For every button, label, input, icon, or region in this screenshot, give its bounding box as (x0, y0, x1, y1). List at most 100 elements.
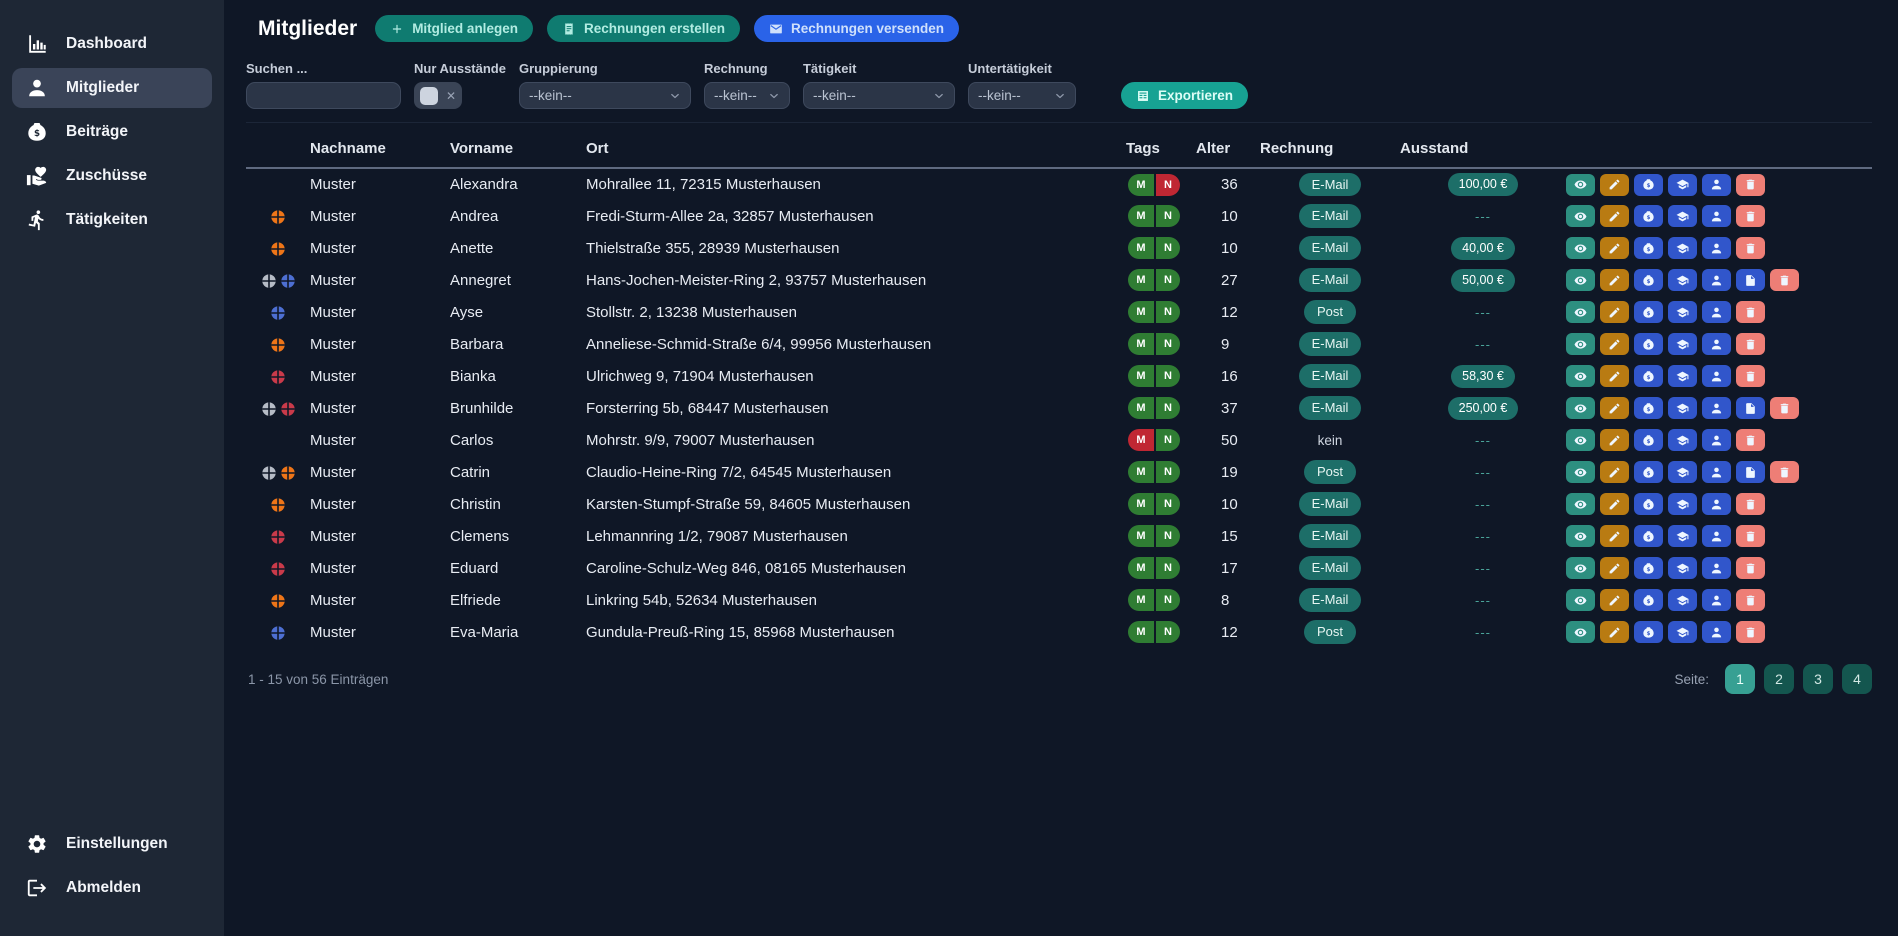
edit-button[interactable] (1600, 525, 1629, 547)
edit-button[interactable] (1600, 397, 1629, 419)
rechnung-select[interactable]: --kein-- (704, 82, 790, 109)
sidebar-item-dashboard[interactable]: Dashboard (12, 24, 212, 64)
courses-button[interactable] (1668, 397, 1697, 419)
edit-button[interactable] (1600, 269, 1629, 291)
edit-button[interactable] (1600, 237, 1629, 259)
only-outstanding-checkbox[interactable] (420, 87, 438, 105)
edit-button[interactable] (1600, 557, 1629, 579)
sidebar-item-taetigkeiten[interactable]: Tätigkeiten (12, 200, 212, 240)
profile-button[interactable] (1702, 365, 1731, 387)
view-button[interactable] (1566, 397, 1595, 419)
edit-button[interactable] (1600, 301, 1629, 323)
edit-button[interactable] (1600, 461, 1629, 483)
sidebar-item-abmelden[interactable]: Abmelden (12, 868, 212, 908)
profile-button[interactable] (1702, 461, 1731, 483)
edit-button[interactable] (1600, 429, 1629, 451)
courses-button[interactable] (1668, 589, 1697, 611)
contributions-button[interactable]: $ (1634, 301, 1663, 323)
view-button[interactable] (1566, 237, 1595, 259)
courses-button[interactable] (1668, 174, 1697, 196)
view-button[interactable] (1566, 174, 1595, 196)
clear-filter-icon[interactable]: ✕ (446, 90, 456, 102)
documents-button[interactable] (1736, 269, 1765, 291)
contributions-button[interactable]: $ (1634, 429, 1663, 451)
contributions-button[interactable]: $ (1634, 621, 1663, 643)
rechnungen-erstellen-button[interactable]: Rechnungen erstellen (547, 15, 740, 42)
delete-button[interactable] (1736, 301, 1765, 323)
delete-button[interactable] (1736, 237, 1765, 259)
profile-button[interactable] (1702, 237, 1731, 259)
profile-button[interactable] (1702, 301, 1731, 323)
rechnungen-versenden-button[interactable]: Rechnungen versenden (754, 15, 959, 42)
view-button[interactable] (1566, 269, 1595, 291)
courses-button[interactable] (1668, 493, 1697, 515)
contributions-button[interactable]: $ (1634, 205, 1663, 227)
profile-button[interactable] (1702, 397, 1731, 419)
profile-button[interactable] (1702, 205, 1731, 227)
page-button-2[interactable]: 2 (1764, 664, 1794, 694)
profile-button[interactable] (1702, 333, 1731, 355)
search-input[interactable] (246, 82, 401, 109)
delete-button[interactable] (1736, 557, 1765, 579)
delete-button[interactable] (1736, 174, 1765, 196)
delete-button[interactable] (1736, 525, 1765, 547)
courses-button[interactable] (1668, 365, 1697, 387)
profile-button[interactable] (1702, 525, 1731, 547)
edit-button[interactable] (1600, 589, 1629, 611)
edit-button[interactable] (1600, 621, 1629, 643)
untertaetigkeit-select[interactable]: --kein-- (968, 82, 1076, 109)
view-button[interactable] (1566, 429, 1595, 451)
contributions-button[interactable]: $ (1634, 557, 1663, 579)
profile-button[interactable] (1702, 621, 1731, 643)
sidebar-item-beitraege[interactable]: $Beiträge (12, 112, 212, 152)
profile-button[interactable] (1702, 429, 1731, 451)
view-button[interactable] (1566, 557, 1595, 579)
delete-button[interactable] (1736, 205, 1765, 227)
profile-button[interactable] (1702, 493, 1731, 515)
delete-button[interactable] (1770, 269, 1799, 291)
courses-button[interactable] (1668, 621, 1697, 643)
delete-button[interactable] (1770, 461, 1799, 483)
contributions-button[interactable]: $ (1634, 589, 1663, 611)
courses-button[interactable] (1668, 205, 1697, 227)
sidebar-item-mitglieder[interactable]: Mitglieder (12, 68, 212, 108)
contributions-button[interactable]: $ (1634, 365, 1663, 387)
edit-button[interactable] (1600, 174, 1629, 196)
view-button[interactable] (1566, 461, 1595, 483)
documents-button[interactable] (1736, 461, 1765, 483)
contributions-button[interactable]: $ (1634, 333, 1663, 355)
sidebar-item-zuschuesse[interactable]: Zuschüsse (12, 156, 212, 196)
view-button[interactable] (1566, 493, 1595, 515)
profile-button[interactable] (1702, 174, 1731, 196)
courses-button[interactable] (1668, 269, 1697, 291)
profile-button[interactable] (1702, 557, 1731, 579)
edit-button[interactable] (1600, 205, 1629, 227)
courses-button[interactable] (1668, 237, 1697, 259)
delete-button[interactable] (1736, 589, 1765, 611)
contributions-button[interactable]: $ (1634, 174, 1663, 196)
view-button[interactable] (1566, 621, 1595, 643)
profile-button[interactable] (1702, 269, 1731, 291)
view-button[interactable] (1566, 333, 1595, 355)
contributions-button[interactable]: $ (1634, 461, 1663, 483)
sidebar-item-einstellungen[interactable]: Einstellungen (12, 824, 212, 864)
delete-button[interactable] (1736, 429, 1765, 451)
courses-button[interactable] (1668, 333, 1697, 355)
contributions-button[interactable]: $ (1634, 525, 1663, 547)
courses-button[interactable] (1668, 525, 1697, 547)
contributions-button[interactable]: $ (1634, 397, 1663, 419)
edit-button[interactable] (1600, 365, 1629, 387)
delete-button[interactable] (1736, 333, 1765, 355)
page-button-1[interactable]: 1 (1725, 664, 1755, 694)
courses-button[interactable] (1668, 429, 1697, 451)
delete-button[interactable] (1736, 493, 1765, 515)
courses-button[interactable] (1668, 557, 1697, 579)
documents-button[interactable] (1736, 397, 1765, 419)
contributions-button[interactable]: $ (1634, 493, 1663, 515)
page-button-3[interactable]: 3 (1803, 664, 1833, 694)
view-button[interactable] (1566, 525, 1595, 547)
courses-button[interactable] (1668, 301, 1697, 323)
delete-button[interactable] (1770, 397, 1799, 419)
taetigkeit-select[interactable]: --kein-- (803, 82, 955, 109)
delete-button[interactable] (1736, 621, 1765, 643)
